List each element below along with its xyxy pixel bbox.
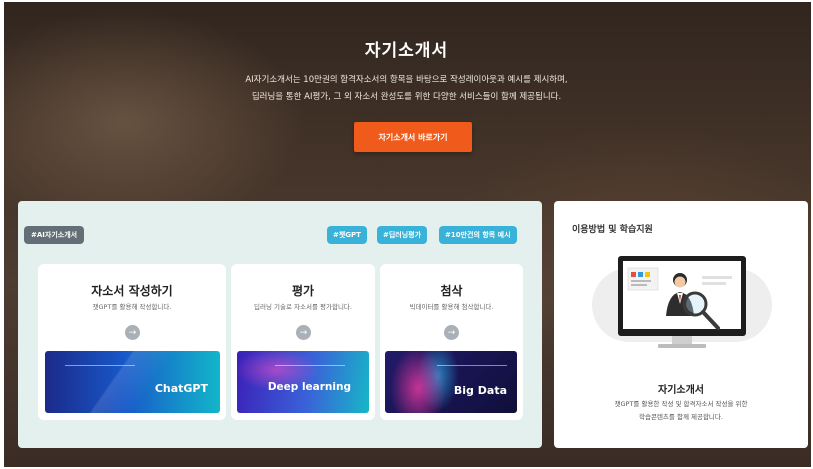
arrow-right-icon[interactable]: → [125, 325, 140, 340]
card-subtitle: 챗GPT를 활용해 작성합니다. [92, 303, 172, 311]
side-product-name: 자기소개서 [658, 385, 704, 396]
chatgpt-thumbnail[interactable]: ChatGPT [45, 351, 220, 413]
thumbnail-label: ChatGPT [154, 382, 208, 395]
deep-learning-thumbnail[interactable]: Deep learning [237, 351, 369, 413]
hashtag-deeplearning[interactable]: #딥러닝평가 [377, 226, 428, 244]
page-title: 자기소개서 [364, 41, 449, 61]
big-data-thumbnail[interactable]: Big Data [385, 351, 517, 413]
thumbnail-label: Deep learning [267, 381, 351, 393]
main-hashtag: #AI자기소개서 [24, 226, 85, 244]
arrow-right-icon[interactable]: → [444, 325, 459, 340]
side-description: 챗GPT를 활용한 작성 및 합격자소서 작성을 위한 학습콘텐츠를 함께 제공… [554, 398, 808, 424]
card-write[interactable]: 자소서 작성하기 챗GPT를 활용해 작성합니다. → ChatGPT [38, 264, 226, 420]
hashtag-chatgpt[interactable]: #챗GPT [327, 226, 367, 244]
thumbnail-label: Big Data [453, 384, 507, 397]
hero-description: AI자기소개서는 10만권의 합격자소서의 항목을 바탕으로 작성레이아웃과 예… [0, 72, 813, 106]
card-title: 평가 [291, 284, 315, 298]
card-subtitle: 빅데이터를 활용해 첨삭합니다. [409, 303, 494, 311]
side-description-line: 챗GPT를 활용한 작성 및 합격자소서 작성을 위한 [614, 400, 748, 408]
hero-description-line: AI자기소개서는 10만권의 합격자소서의 항목을 바탕으로 작성레이아웃과 예… [245, 75, 568, 85]
card-correction[interactable]: 첨삭 빅데이터를 활용해 첨삭합니다. → Big Data [380, 264, 523, 420]
arrow-right-icon[interactable]: → [296, 325, 311, 340]
go-to-cover-letter-button[interactable]: 자기소개서 바로가기 [354, 122, 472, 152]
monitor-person-magnifier-illustration[interactable] [592, 246, 772, 364]
hashtag-examples[interactable]: #10만건의 항목 예시 [439, 226, 517, 244]
hero-description-line: 딥러닝을 통한 AI평가, 그 외 자소서 완성도를 위한 다양한 서비스들이 … [251, 92, 562, 102]
card-title: 첨삭 [440, 284, 463, 298]
side-description-line: 학습콘텐츠를 함께 제공합니다. [639, 413, 723, 421]
thumbnail-decoration [437, 365, 507, 369]
card-title: 자소서 작성하기 [91, 284, 173, 298]
card-evaluate[interactable]: 평가 딥러닝 기술로 자소서를 평가합니다. → Deep learning [231, 264, 375, 420]
usage-guide-title: 이용방법 및 학습지원 [572, 225, 653, 235]
thumbnail-decoration [65, 365, 135, 369]
card-subtitle: 딥러닝 기술로 자소서를 평가합니다. [254, 303, 352, 311]
thumbnail-decoration [275, 365, 345, 369]
